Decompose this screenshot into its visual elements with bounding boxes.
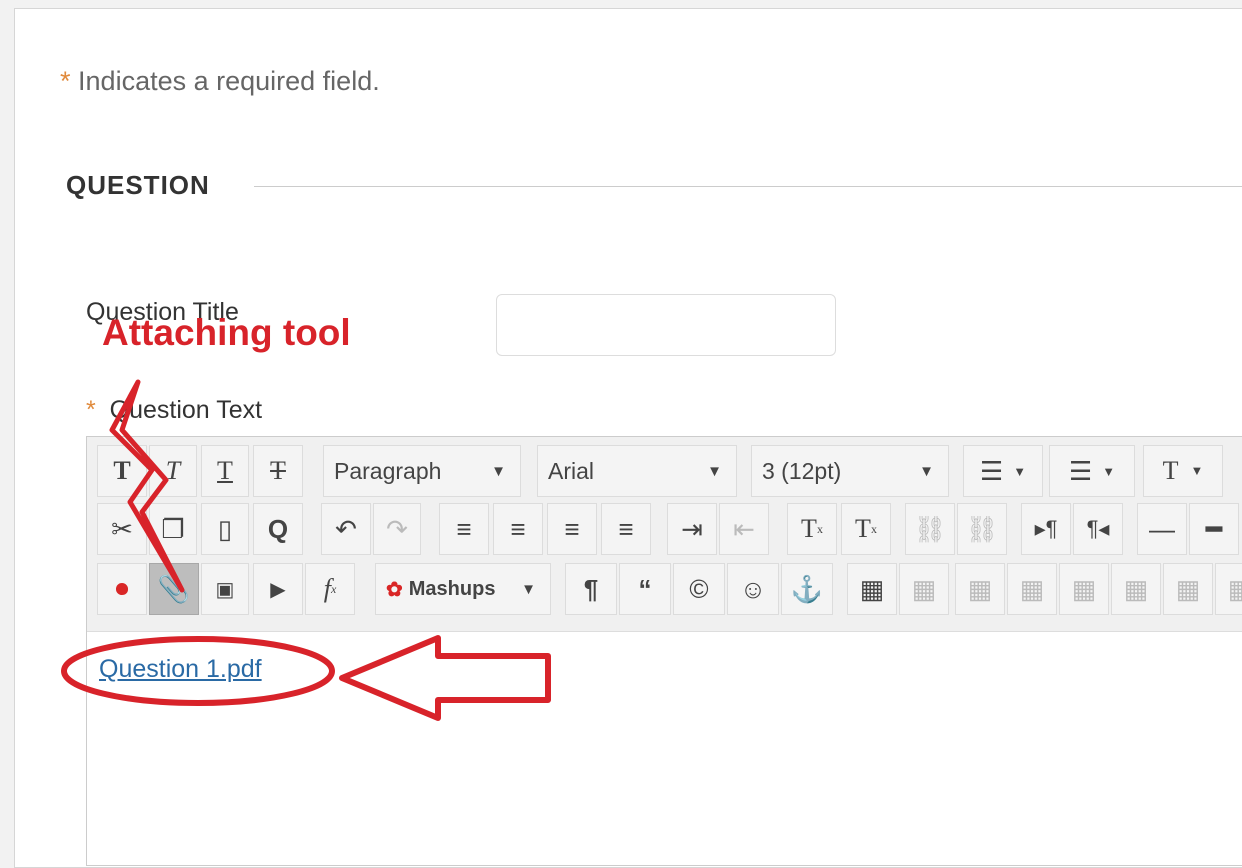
unlink-icon[interactable]: ⛓ — [957, 503, 1007, 555]
align-right-icon[interactable]: ≡ — [547, 503, 597, 555]
font-family-value: Arial — [548, 457, 595, 484]
table-cell-icon[interactable]: ▦ — [955, 563, 1005, 615]
mashups-label: Mashups — [408, 577, 496, 600]
table-delete-col-icon[interactable]: ▦ — [1163, 563, 1213, 615]
question-text-label-text: Question Text — [109, 396, 263, 424]
mashups-icon: ✿ — [386, 578, 403, 601]
section-title: QUESTION — [66, 170, 210, 200]
record-icon[interactable]: ⏺ — [97, 563, 147, 615]
paragraph-format-value: Paragraph — [334, 457, 442, 484]
table-icon[interactable]: ▦ — [847, 563, 897, 615]
table-merge-icon[interactable]: ▦ — [1215, 563, 1242, 615]
horizontal-rule-bold-icon[interactable]: ━ — [1189, 503, 1239, 555]
font-size-value: 3 (12pt) — [762, 457, 842, 484]
question-text-required-star: * — [86, 396, 96, 424]
required-star: * — [60, 66, 71, 96]
bullet-list-icon[interactable]: ☰ ▼ — [963, 445, 1043, 497]
find-icon[interactable]: Q — [253, 503, 303, 555]
strikethrough-icon[interactable]: T — [253, 445, 303, 497]
ltr-icon[interactable]: ▸¶ — [1021, 503, 1071, 555]
chevron-down-icon: ▼ — [491, 463, 506, 480]
editor-toolbar: T T T T Paragraph ▼ Arial ▼ 3 (12pt) ▼ ☰ ▼ ☰… — [87, 437, 1242, 632]
table-insert-col-icon[interactable]: ▦ — [1111, 563, 1161, 615]
section-divider — [254, 186, 1242, 187]
font-family-dropdown[interactable]: Arial ▼ — [537, 445, 737, 497]
media-icon[interactable]: ▶ — [253, 563, 303, 615]
redo-icon[interactable]: ↷ — [373, 503, 421, 555]
subscript-icon[interactable]: Tx — [841, 503, 891, 555]
emoticon-icon[interactable]: ☺ — [727, 563, 779, 615]
attach-file-icon[interactable]: 📎 — [149, 563, 199, 615]
justify-icon[interactable]: ≡ — [601, 503, 651, 555]
align-left-icon[interactable]: ≡ — [439, 503, 489, 555]
quote-icon[interactable]: “ — [619, 563, 671, 615]
horizontal-rule-icon[interactable]: — — [1137, 503, 1187, 555]
italic-icon[interactable]: T — [149, 445, 197, 497]
text-color-icon[interactable]: T ▼ — [1143, 445, 1223, 497]
attachment-link[interactable]: Question 1.pdf — [99, 655, 262, 684]
mashups-dropdown[interactable]: ✿ Mashups ▼ — [375, 563, 551, 615]
rich-text-editor[interactable]: T T T T Paragraph ▼ Arial ▼ 3 (12pt) ▼ ☰ ▼ ☰… — [86, 436, 1242, 866]
copyright-icon[interactable]: © — [673, 563, 725, 615]
chevron-down-icon: ▼ — [919, 463, 934, 480]
copy-icon[interactable]: ❐ — [149, 503, 197, 555]
font-size-dropdown[interactable]: 3 (12pt) ▼ — [751, 445, 949, 497]
chevron-down-icon: ▼ — [521, 581, 536, 598]
numbered-list-icon[interactable]: ☰ ▼ — [1049, 445, 1135, 497]
align-center-icon[interactable]: ≡ — [493, 503, 543, 555]
chevron-down-icon: ▼ — [707, 463, 722, 480]
bold-icon[interactable]: T — [97, 445, 147, 497]
rtl-icon[interactable]: ¶◂ — [1073, 503, 1123, 555]
annotation-label: Attaching tool — [102, 312, 351, 353]
required-note: * Indicates a required field. — [60, 66, 380, 97]
table-insert-row-icon[interactable]: ▦ — [1007, 563, 1057, 615]
link-icon[interactable]: ⛓ — [905, 503, 955, 555]
image-icon[interactable]: ▣ — [201, 563, 249, 615]
cut-icon[interactable]: ✂ — [97, 503, 147, 555]
required-note-text: Indicates a required field. — [78, 66, 380, 96]
superscript-icon[interactable]: Tx — [787, 503, 837, 555]
question-text-label: * Question Text — [86, 396, 262, 425]
table-delete-row-icon[interactable]: ▦ — [1059, 563, 1109, 615]
paragraph-mark-icon[interactable]: ¶ — [565, 563, 617, 615]
anchor-icon[interactable]: ⚓ — [781, 563, 833, 615]
math-icon[interactable]: fx — [305, 563, 355, 615]
question-title-input[interactable] — [496, 294, 836, 356]
table-row-icon[interactable]: ▦ — [899, 563, 949, 615]
paragraph-format-dropdown[interactable]: Paragraph ▼ — [323, 445, 521, 497]
paste-icon[interactable]: ▯ — [201, 503, 249, 555]
undo-icon[interactable]: ↶ — [321, 503, 371, 555]
outdent-icon[interactable]: ⇤ — [719, 503, 769, 555]
underline-icon[interactable]: T — [201, 445, 249, 497]
indent-icon[interactable]: ⇥ — [667, 503, 717, 555]
